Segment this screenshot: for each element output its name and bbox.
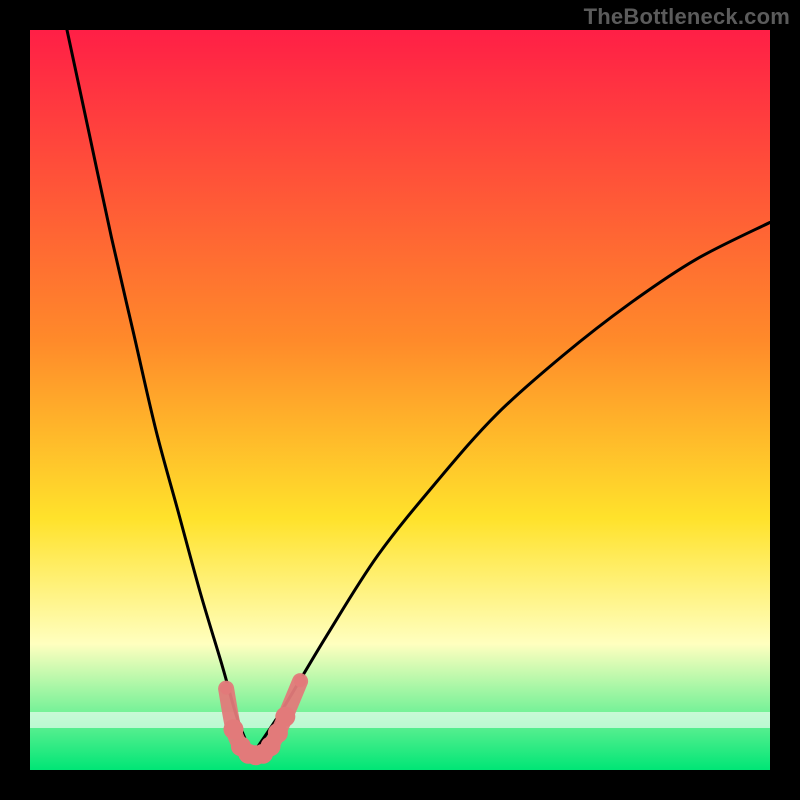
- marker-dot: [294, 675, 306, 687]
- plot-area: [30, 30, 770, 770]
- marker-dot: [220, 683, 232, 695]
- chart-stage: TheBottleneck.com: [0, 0, 800, 800]
- marker-dot: [275, 707, 295, 727]
- watermark-text: TheBottleneck.com: [584, 4, 790, 30]
- gradient-background: [30, 30, 770, 770]
- bottleneck-chart: [30, 30, 770, 770]
- marker-dot: [224, 719, 244, 739]
- white-band: [30, 712, 770, 728]
